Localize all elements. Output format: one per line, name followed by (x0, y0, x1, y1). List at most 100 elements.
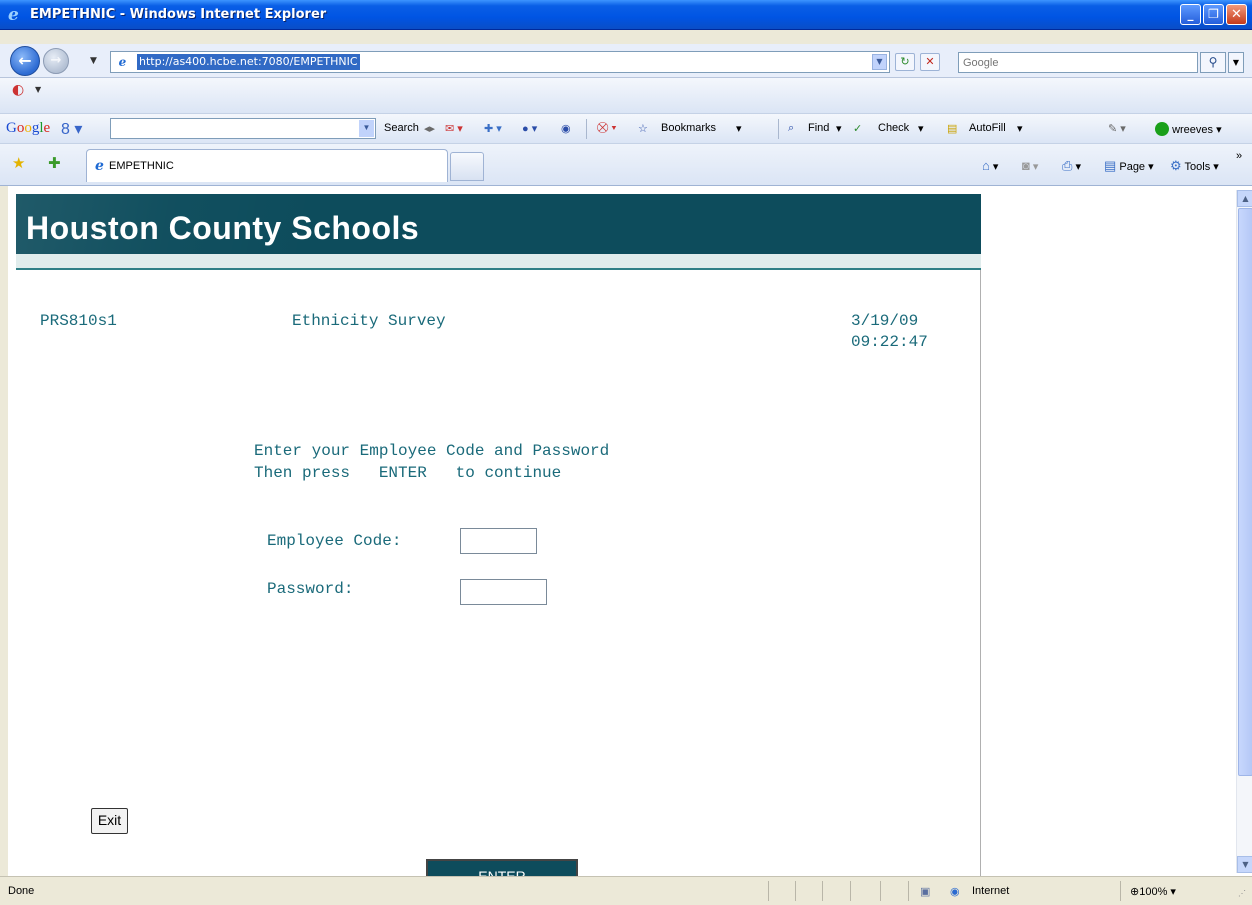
popup-blocker-icon[interactable]: ⛒ ▾ (597, 122, 617, 135)
instruction-line-1: Enter your Employee Code and Password (254, 442, 610, 460)
ie-logo-icon: e (8, 5, 19, 25)
screen-date: 3/19/09 (851, 312, 919, 330)
page-menu-icon: ▤ (1104, 158, 1117, 173)
check-dropdown-icon[interactable]: ▾ (918, 122, 924, 135)
autofill-icon[interactable]: ▤ (947, 122, 957, 135)
zoom-level: 100% (1139, 886, 1168, 898)
search-input[interactable] (959, 53, 1197, 72)
page-banner: Houston County Schools (16, 194, 981, 254)
status-divider (768, 881, 769, 901)
google-toolbar: Google 8 ▾ ▼ Search ◂▸ ✉ ▾ ✚ ▾ ● ▾ ◉ ⛒ ▾… (0, 114, 1252, 144)
protected-mode-icon[interactable]: ▣ (920, 885, 930, 898)
internet-zone-icon: ◉ (950, 886, 960, 898)
print-icon: ⎙ (1062, 158, 1073, 173)
address-bar[interactable]: e http://as400.hcbe.net:7080/EMPETHNIC ▼ (110, 51, 890, 73)
tab-empethnic[interactable]: e EMPETHNIC (86, 149, 448, 182)
page-menu[interactable]: ▤ Page ▾ (1104, 158, 1154, 174)
search-icon[interactable]: ⚲ (1200, 52, 1226, 73)
zoom-icon: ⊕ (1130, 886, 1140, 898)
find-dropdown-icon[interactable]: ▾ (836, 122, 842, 135)
feeds-icon: ◙ (1022, 158, 1030, 173)
search-options-dropdown[interactable]: ▼ (1228, 52, 1244, 73)
favorites-bar: ◐ ▼ (0, 78, 1252, 114)
address-dropdown-icon[interactable]: ▼ (872, 54, 887, 70)
addon-dropdown[interactable]: ▼ (35, 85, 41, 94)
wrench-icon[interactable]: ✎ ▾ (1108, 122, 1126, 135)
tools-menu[interactable]: ⚙ Tools ▾ (1170, 158, 1219, 174)
page-viewport: Houston County Schools PRS810s1 Ethnicit… (0, 186, 1252, 884)
tools-menu-label: Tools (1184, 161, 1211, 173)
recent-pages-dropdown[interactable]: ▼ (90, 56, 97, 66)
screen-time: 09:22:47 (851, 333, 928, 351)
status-divider (850, 881, 851, 901)
resize-grip-icon[interactable]: ⋰ (1238, 889, 1246, 898)
google-search-input[interactable]: ▼ (110, 118, 376, 139)
tab-label: EMPETHNIC (109, 160, 174, 172)
tab-page-icon: e (95, 158, 104, 174)
tools-icon: ⚙ (1170, 158, 1182, 173)
screen-title: Ethnicity Survey (292, 312, 446, 330)
password-label: Password: (267, 580, 354, 598)
more-commands-icon[interactable]: » (1236, 150, 1242, 162)
user-status[interactable]: wreeves ▾ (1155, 122, 1222, 136)
vertical-scrollbar[interactable]: ▲ ▼ (1236, 190, 1252, 873)
online-status-icon (1155, 122, 1169, 136)
minimize-button[interactable]: _ (1180, 4, 1201, 25)
bookmarks-button[interactable]: Bookmarks (661, 122, 716, 134)
stop-button[interactable]: ✕ (920, 53, 940, 71)
page-menu-label: Page (1119, 161, 1146, 173)
search-box[interactable] (958, 52, 1198, 73)
home-button[interactable]: ⌂ ▾ (982, 158, 998, 173)
google-search-button[interactable]: Search (384, 122, 419, 134)
dell-icon[interactable]: ● ▾ (522, 122, 537, 135)
maximize-button[interactable]: ❐ (1203, 4, 1224, 25)
gmail-icon[interactable]: ✉ ▾ (445, 122, 463, 135)
spellcheck-icon[interactable]: ✓ (853, 122, 862, 135)
employee-code-field[interactable] (460, 528, 537, 554)
address-url[interactable]: http://as400.hcbe.net:7080/EMPETHNIC (137, 54, 360, 70)
tab-bar: ★ ✚ e EMPETHNIC ⌂ ▾ ◙ ▾ ⎙ ▾ ▤ Page ▾ ⚙ T… (0, 144, 1252, 186)
title-bar: e EMPETHNIC - Windows Internet Explorer … (0, 0, 1252, 30)
favorites-star-icon[interactable]: ★ (12, 154, 25, 172)
scroll-down-icon[interactable]: ▼ (1237, 856, 1252, 873)
find-button[interactable]: Find (808, 122, 829, 134)
status-divider (1120, 881, 1121, 901)
toolbar-separator (586, 119, 587, 139)
new-tab-button[interactable] (450, 152, 484, 181)
banner-underline (16, 254, 981, 270)
plus-icon[interactable]: ✚ ▾ (484, 122, 502, 135)
bookmark-star-icon[interactable]: ☆ (638, 122, 648, 135)
bookmarks-dropdown-icon[interactable]: ▾ (736, 122, 742, 135)
arrows-icon: ◂▸ (424, 123, 436, 135)
check-button[interactable]: Check (878, 122, 909, 134)
refresh-button[interactable]: ↻ (895, 53, 915, 71)
program-id: PRS810s1 (40, 312, 117, 330)
add-favorites-icon[interactable]: ✚ (48, 154, 61, 172)
globe-icon[interactable]: ◉ (561, 122, 571, 135)
toolbar-separator (778, 119, 779, 139)
autofill-button[interactable]: AutoFill (969, 122, 1006, 134)
status-bar: Done ▣ ◉ Internet ⊕100% ▾ ⋰ (0, 876, 1252, 905)
google-logo: Google (6, 120, 51, 136)
scroll-up-icon[interactable]: ▲ (1237, 190, 1252, 207)
google-search-dropdown-icon[interactable]: ▼ (359, 120, 374, 137)
forward-arrow-icon: → (50, 53, 62, 68)
addon-icon[interactable]: ◐ (12, 82, 24, 98)
status-text: Done (8, 885, 35, 897)
close-button[interactable]: ✕ (1226, 4, 1247, 25)
employee-code-label: Employee Code: (267, 532, 402, 550)
exit-button[interactable]: Exit (91, 808, 128, 834)
scroll-thumb[interactable] (1238, 208, 1252, 776)
print-button[interactable]: ⎙ ▾ (1062, 158, 1081, 174)
autofill-dropdown-icon[interactable]: ▾ (1017, 122, 1023, 135)
address-toolbar: ← → ▼ e http://as400.hcbe.net:7080/EMPET… (0, 44, 1252, 78)
back-button[interactable]: ← (10, 46, 40, 76)
feeds-button[interactable]: ◙ ▾ (1022, 158, 1038, 173)
forward-button[interactable]: → (43, 48, 69, 74)
status-divider (880, 881, 881, 901)
password-field[interactable] (460, 579, 547, 605)
find-icon[interactable]: ⌕ (788, 122, 794, 135)
google-menu-button[interactable]: 8 ▾ (61, 119, 82, 139)
zoom-control[interactable]: ⊕100% ▾ (1130, 885, 1176, 898)
page-icon: e (118, 55, 127, 69)
